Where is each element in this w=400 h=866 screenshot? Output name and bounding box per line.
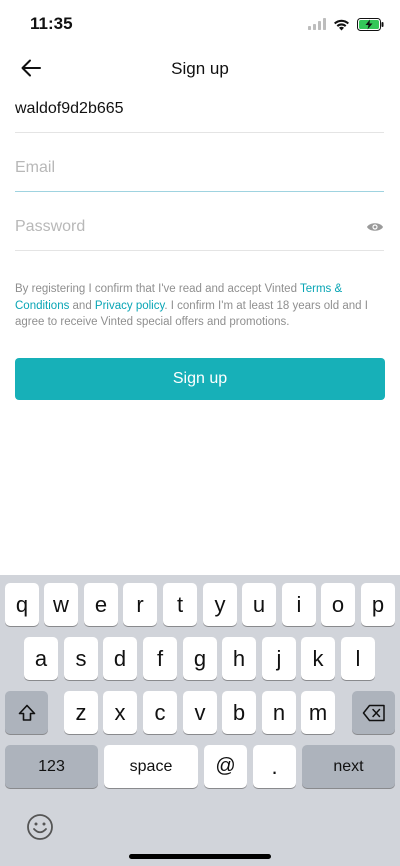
key-t[interactable]: t bbox=[163, 583, 197, 626]
status-time: 11:35 bbox=[30, 14, 73, 33]
next-key[interactable]: next bbox=[302, 745, 395, 788]
battery-charging-icon bbox=[357, 17, 384, 31]
key-w[interactable]: w bbox=[44, 583, 78, 626]
email-field bbox=[15, 147, 384, 192]
password-input[interactable] bbox=[15, 212, 355, 242]
email-input[interactable] bbox=[15, 153, 355, 183]
key-p[interactable]: p bbox=[361, 583, 395, 626]
backspace-icon bbox=[362, 704, 385, 721]
keyboard: q w e r t y u i o p a s d f g h j k l z … bbox=[0, 575, 400, 866]
key-u[interactable]: u bbox=[242, 583, 276, 626]
key-h[interactable]: h bbox=[222, 637, 256, 680]
shift-icon bbox=[18, 704, 35, 721]
key-a[interactable]: a bbox=[24, 637, 58, 680]
key-d[interactable]: d bbox=[103, 637, 137, 680]
dot-key[interactable]: . bbox=[253, 745, 296, 788]
signal-icon bbox=[308, 18, 326, 30]
key-r[interactable]: r bbox=[123, 583, 157, 626]
username-field bbox=[15, 88, 384, 133]
wifi-icon bbox=[334, 19, 349, 30]
key-y[interactable]: y bbox=[203, 583, 237, 626]
key-b[interactable]: b bbox=[222, 691, 256, 734]
key-f[interactable]: f bbox=[143, 637, 177, 680]
at-key[interactable]: @ bbox=[204, 745, 247, 788]
key-s[interactable]: s bbox=[64, 637, 98, 680]
signup-button[interactable]: Sign up bbox=[15, 358, 385, 400]
key-m[interactable]: m bbox=[301, 691, 335, 734]
numbers-key[interactable]: 123 bbox=[5, 745, 98, 788]
key-n[interactable]: n bbox=[262, 691, 296, 734]
shift-key[interactable] bbox=[5, 691, 48, 734]
space-key[interactable]: space bbox=[104, 745, 198, 788]
eye-icon[interactable] bbox=[366, 220, 384, 234]
key-g[interactable]: g bbox=[183, 637, 217, 680]
emoji-icon[interactable] bbox=[26, 813, 54, 841]
password-field bbox=[15, 206, 384, 251]
key-j[interactable]: j bbox=[262, 637, 296, 680]
legal-text-part2: and bbox=[69, 299, 95, 312]
key-v[interactable]: v bbox=[183, 691, 217, 734]
legal-text-part1: By registering I confirm that I've read … bbox=[15, 283, 300, 295]
key-c[interactable]: c bbox=[143, 691, 177, 734]
legal-text: By registering I confirm that I've read … bbox=[15, 281, 387, 331]
status-icons bbox=[308, 15, 384, 33]
page-title: Sign up bbox=[171, 59, 229, 78]
key-i[interactable]: i bbox=[282, 583, 316, 626]
delete-key[interactable] bbox=[352, 691, 395, 734]
username-input[interactable] bbox=[15, 94, 355, 124]
key-l[interactable]: l bbox=[341, 637, 375, 680]
key-o[interactable]: o bbox=[321, 583, 355, 626]
nav-bar: Sign up bbox=[0, 46, 400, 90]
key-z[interactable]: z bbox=[64, 691, 98, 734]
key-x[interactable]: x bbox=[103, 691, 137, 734]
key-e[interactable]: e bbox=[84, 583, 118, 626]
status-bar: 11:35 bbox=[0, 0, 400, 46]
privacy-link[interactable]: Privacy policy bbox=[95, 300, 164, 312]
key-k[interactable]: k bbox=[301, 637, 335, 680]
key-q[interactable]: q bbox=[5, 583, 39, 626]
home-indicator bbox=[129, 854, 271, 859]
